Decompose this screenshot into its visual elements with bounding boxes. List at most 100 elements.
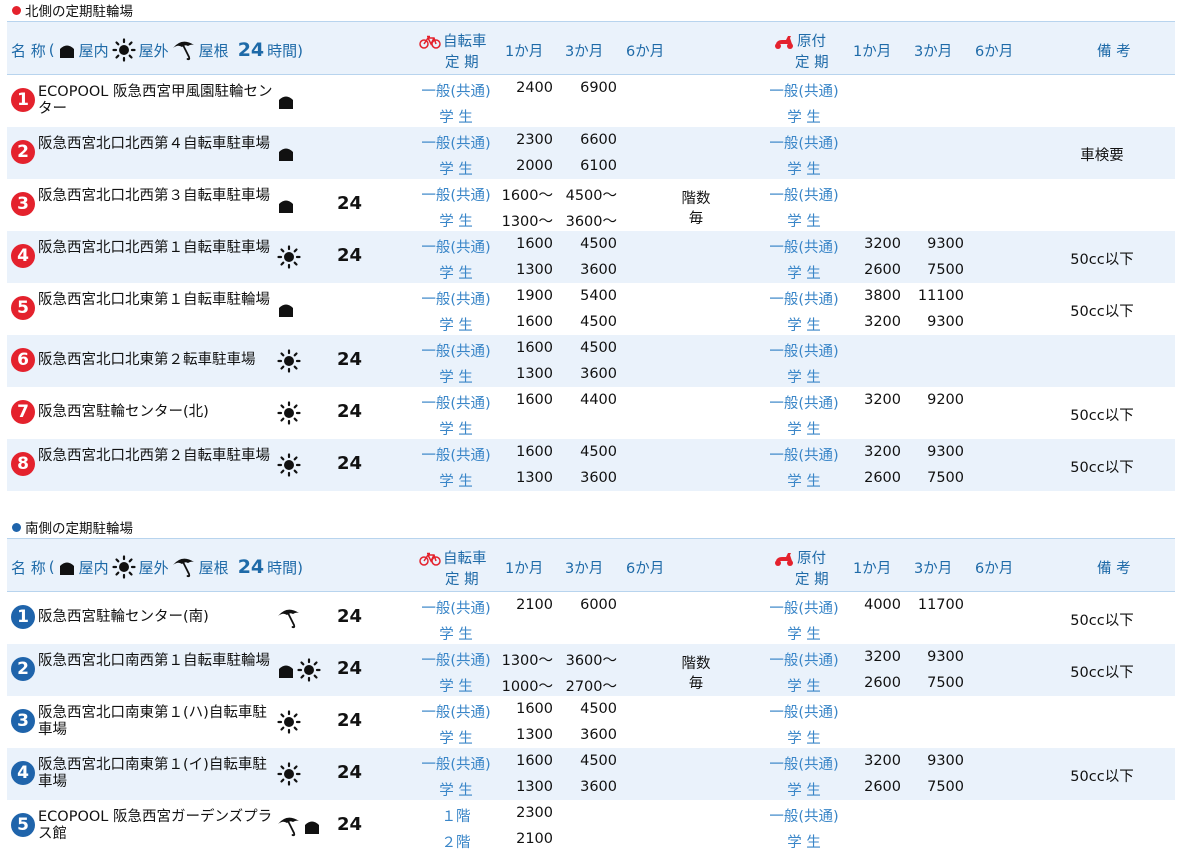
bike-3month-price: 4500 — [580, 340, 617, 356]
moped-category: 学 生 — [787, 474, 821, 490]
roof-icon — [277, 815, 301, 837]
parking-name: 阪急西宮北口南東第１(ハ)自転車駐車場 — [38, 705, 267, 738]
bike-category: 一般(共通) — [421, 757, 491, 773]
bike-1month-price: 1600 — [516, 340, 553, 356]
bike-category: 学 生 — [439, 162, 473, 178]
bike-category: 学 生 — [439, 627, 473, 643]
bike-category: 一般(共通) — [421, 705, 491, 721]
bike-3month-price: 5400 — [580, 288, 617, 304]
indoor-icon — [277, 144, 295, 162]
header-roof-label: 屋根 — [198, 41, 229, 60]
north-title-text: 北側の定期駐輪場 — [25, 4, 133, 20]
row-number-badge: 5 — [11, 296, 35, 320]
bike-3month-price: 3600～ — [565, 653, 617, 669]
bike-category: 一般(共通) — [421, 136, 491, 152]
header-moped-6month: 6か月 — [975, 561, 1014, 577]
header-bike-3month: 3か月 — [565, 561, 604, 577]
moped-3month-price: 7500 — [927, 779, 964, 795]
row-number-badge: 1 — [11, 88, 35, 112]
remarks: 50cc以下 — [1070, 665, 1134, 681]
bike-3month-price: 3600 — [580, 366, 617, 382]
indoor-icon — [277, 92, 295, 110]
row-number-badge: 4 — [11, 761, 35, 785]
remarks: 50cc以下 — [1070, 408, 1134, 424]
facility-icons — [277, 141, 295, 165]
table-row: 5 阪急西宮北口北東第１自転車駐輪場 一般(共通) 1900 5400 学 生 1600 45… — [7, 283, 1175, 335]
table-row: 7 阪急西宮駐輪センター(北) 24 一般(共通) 1600 4400 学 生 一般(共通) 3… — [7, 387, 1175, 439]
bike-category: 一般(共通) — [421, 448, 491, 464]
bike-category: 学 生 — [439, 214, 473, 230]
header-name-label: 名 称 — [11, 558, 46, 577]
parking-name: 阪急西宮北口南西第１自転車駐輪場 — [38, 653, 270, 669]
north-section-title: 北側の定期駐輪場 — [12, 0, 133, 20]
bike-1month-price: 2300 — [516, 132, 553, 148]
outdoor-legend-icon — [112, 555, 136, 579]
moped-1month-price: 2600 — [864, 675, 901, 691]
facility-icons — [277, 193, 295, 217]
moped-icon — [773, 34, 795, 50]
facility-icons — [277, 297, 295, 321]
moped-category: 一般(共通) — [769, 757, 839, 773]
outdoor-icon — [297, 658, 321, 682]
bike-3month-price: 6600 — [580, 132, 617, 148]
moped-1month-price: 3200 — [864, 314, 901, 330]
bike-3month-price: 2700～ — [565, 679, 617, 695]
header-bike-6month: 6か月 — [626, 44, 665, 60]
indoor-icon — [277, 196, 295, 214]
bike-1month-price: 1900 — [516, 288, 553, 304]
parking-name: 阪急西宮北口北西第２自転車駐車場 — [38, 448, 270, 464]
moped-category: 学 生 — [787, 783, 821, 799]
bike-3month-price: 3600 — [580, 470, 617, 486]
header-24h-label: 24 — [237, 556, 265, 578]
header-bike-label: 自転車 — [443, 551, 487, 567]
parking-name: 阪急西宮北口北西第１自転車駐車場 — [38, 240, 270, 256]
row-number-badge: 3 — [11, 709, 35, 733]
moped-3month-price: 11100 — [917, 288, 964, 304]
indoor-icon — [277, 300, 295, 318]
moped-1month-price: 3200 — [864, 236, 901, 252]
moped-category: 学 生 — [787, 214, 821, 230]
header-bike-label-2: 定 期 — [445, 572, 479, 588]
moped-3month-price: 9300 — [927, 753, 964, 769]
outdoor-icon — [277, 453, 301, 477]
bike-1month-price: 1600 — [516, 753, 553, 769]
roof-icon — [277, 607, 301, 629]
moped-category: 一般(共通) — [769, 601, 839, 617]
table-row: 3 阪急西宮北口南東第１(ハ)自転車駐車場 24 一般(共通) 1600 4500 学 生 1… — [7, 696, 1175, 748]
header-moped-label: 原付 — [797, 551, 826, 567]
parking-name: 阪急西宮駐輪センター(北) — [38, 404, 209, 420]
header-legend: 名 称(屋内 屋外 屋根 24 時間) — [11, 38, 303, 62]
bike-1month-price: 1600～ — [501, 188, 553, 204]
moped-category: 学 生 — [787, 110, 821, 126]
header-moped-label: 原付 — [797, 34, 826, 50]
bike-1month-price: 2100 — [516, 831, 553, 847]
roof-legend-icon — [172, 39, 196, 61]
bike-3month-price: 4500 — [580, 753, 617, 769]
open-24h-label: 24 — [337, 814, 363, 835]
table-row: 2 阪急西宮北口南西第１自転車駐輪場 24 一般(共通) 1300～ 3600～ 学 生 10… — [7, 644, 1175, 696]
open-24h-label: 24 — [337, 453, 363, 474]
header-indoor-label: 屋内 — [78, 558, 109, 577]
moped-category: 一般(共通) — [769, 240, 839, 256]
table-row: 4 阪急西宮北口北西第１自転車駐車場 24 一般(共通) 1600 4500 学 生 1300… — [7, 231, 1175, 283]
table-row: 5 ECOPOOL 阪急西宮ガーデンズプラス館 24 １階 2300 ２階 2100 一般(共… — [7, 800, 1175, 852]
moped-icon — [773, 551, 795, 567]
bike-category: ２階 — [441, 835, 471, 851]
bike-1month-price: 1600 — [516, 444, 553, 460]
header-moped-label-2: 定 期 — [795, 55, 829, 71]
outdoor-icon — [277, 245, 301, 269]
bike-3month-price: 4500 — [580, 236, 617, 252]
header-bike-1month: 1か月 — [505, 44, 544, 60]
moped-category: 学 生 — [787, 422, 821, 438]
moped-3month-price: 9300 — [927, 444, 964, 460]
moped-1month-price: 3200 — [864, 444, 901, 460]
row-number-badge: 5 — [11, 813, 35, 837]
header-moped-3month: 3か月 — [914, 561, 953, 577]
row-number-badge: 4 — [11, 244, 35, 268]
bike-1month-price: 1600 — [516, 236, 553, 252]
open-24h-label: 24 — [337, 606, 363, 627]
bike-1month-price: 2000 — [516, 158, 553, 174]
header-moped-6month: 6か月 — [975, 44, 1014, 60]
north-parking-table: 名 称(屋内 屋外 屋根 24 時間) 自転車定 期 1か月 3か月 6か月 原付定 期 1か月 3か… — [7, 21, 1175, 491]
bike-3month-price: 6000 — [580, 597, 617, 613]
